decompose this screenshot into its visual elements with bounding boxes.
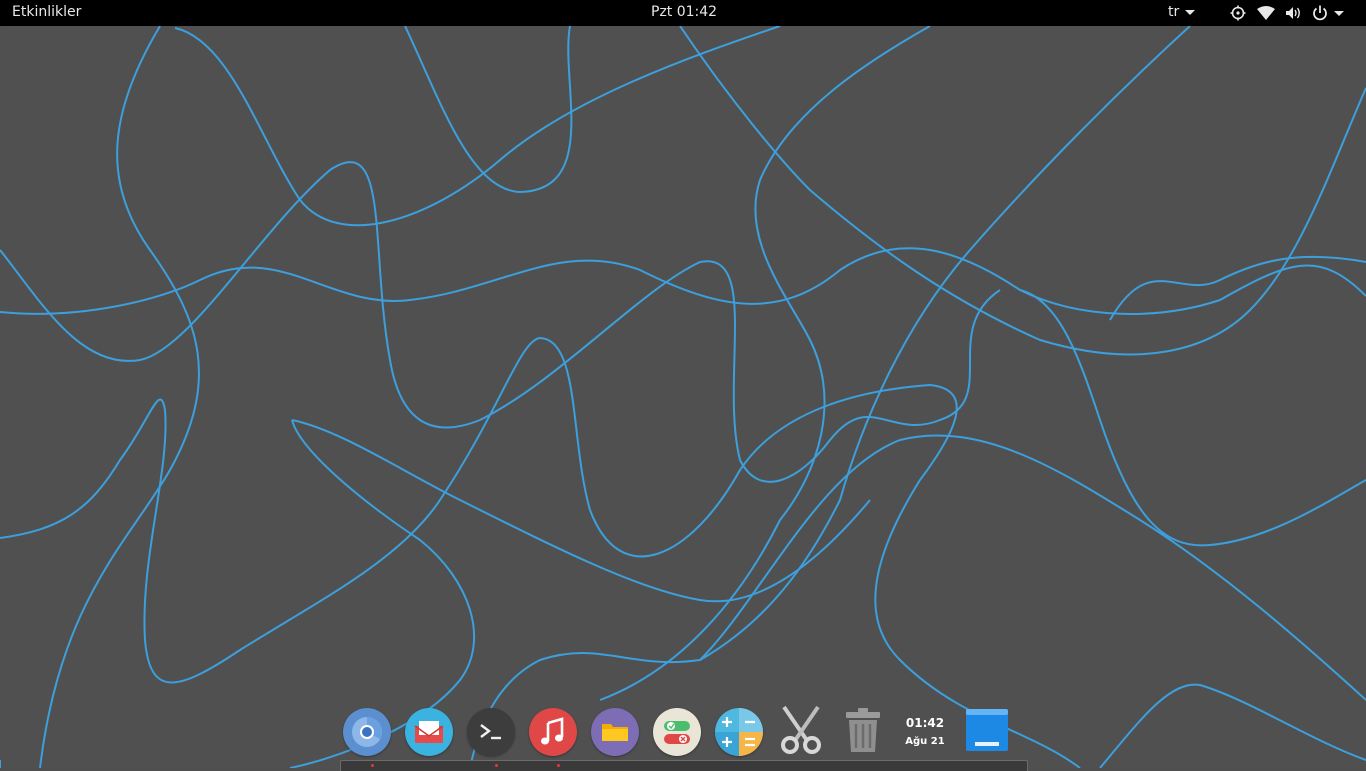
scissors-icon (776, 705, 826, 759)
chevron-down-icon (1185, 9, 1196, 15)
chevron-down-icon (1334, 10, 1344, 16)
dock-clock-time: 01:42 (905, 716, 945, 730)
calculator-icon (715, 708, 763, 756)
running-indicator (371, 764, 374, 767)
dock-item-terminal[interactable] (466, 707, 516, 757)
show-desktop-icon (965, 708, 1009, 756)
accessibility-icon[interactable] (1228, 3, 1248, 23)
dock-item-mail[interactable] (404, 707, 454, 757)
wallpaper-lines (0, 26, 1366, 768)
folder-icon (591, 708, 639, 756)
clock-button[interactable]: Pzt 01:42 (651, 4, 717, 20)
top-bar: Etkinlikler Pzt 01:42 tr (0, 0, 1366, 26)
language-selector[interactable]: tr (1168, 4, 1196, 20)
toggles-icon (653, 708, 701, 756)
dock-item-trash[interactable] (838, 707, 888, 757)
dock-item-files[interactable] (590, 707, 640, 757)
running-indicator (495, 764, 498, 767)
dock-clock[interactable]: 01:42 Ağu 21 (900, 707, 950, 757)
dock-item-settings[interactable] (652, 707, 702, 757)
dock-clock-date: Ağu 21 (905, 736, 945, 747)
wifi-icon[interactable] (1256, 3, 1276, 23)
dock: 01:42 Ağu 21 (342, 704, 1012, 760)
terminal-icon (467, 708, 515, 756)
dock-item-chromium[interactable] (342, 707, 392, 757)
mail-icon (405, 708, 453, 756)
power-icon[interactable] (1312, 3, 1344, 23)
dock-item-calculator[interactable] (714, 707, 764, 757)
volume-icon[interactable] (1284, 3, 1304, 23)
trash-icon (843, 706, 883, 758)
desktop[interactable] (0, 26, 1366, 768)
chromium-icon (343, 708, 391, 756)
activities-button[interactable]: Etkinlikler (12, 4, 81, 20)
music-icon (529, 708, 577, 756)
running-indicator (557, 764, 560, 767)
dock-item-screenshot[interactable] (776, 705, 826, 759)
dock-item-show-desktop[interactable] (962, 707, 1012, 757)
language-label: tr (1168, 4, 1180, 20)
dock-shelf (340, 760, 1028, 771)
system-status-area[interactable] (1228, 3, 1344, 23)
dock-item-music[interactable] (528, 707, 578, 757)
